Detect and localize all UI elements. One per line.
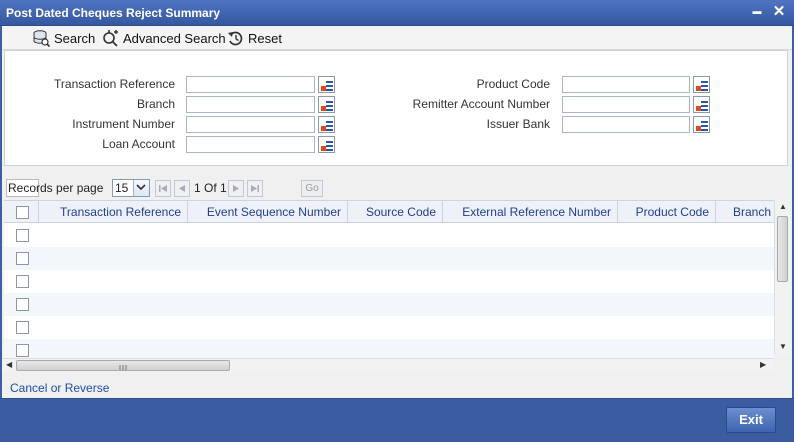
issuer-bank-field[interactable] bbox=[562, 116, 690, 133]
loan-account-label: Loan Account bbox=[102, 137, 175, 151]
search-button[interactable]: Search bbox=[32, 29, 95, 47]
table-row[interactable] bbox=[4, 339, 774, 358]
next-page-icon[interactable] bbox=[228, 180, 244, 197]
table-header: Transaction Reference Event Sequence Num… bbox=[4, 201, 774, 223]
chevron-down-icon bbox=[133, 180, 149, 196]
previous-page-icon[interactable] bbox=[174, 180, 190, 197]
minimize-icon[interactable]: ▬ bbox=[748, 2, 766, 20]
row-checkbox[interactable] bbox=[16, 298, 29, 311]
toolbar: Search Advanced Search Reset bbox=[2, 26, 792, 50]
row-checkbox[interactable] bbox=[16, 229, 29, 242]
page-info: 1 Of 1 bbox=[194, 181, 227, 195]
pagination-bar: Records per page 15 1 Of 1 Go bbox=[6, 179, 776, 199]
instrument-number-field[interactable] bbox=[186, 116, 315, 133]
horizontal-scroll-thumb[interactable] bbox=[16, 360, 230, 371]
first-page-icon[interactable] bbox=[155, 180, 171, 197]
horizontal-scrollbar[interactable]: ◀ ▶ bbox=[2, 358, 774, 372]
table-row[interactable] bbox=[4, 293, 774, 316]
select-all-checkbox[interactable] bbox=[16, 206, 29, 219]
scroll-right-icon[interactable]: ▶ bbox=[760, 360, 766, 370]
vertical-scroll-thumb[interactable] bbox=[777, 216, 788, 282]
records-per-page-value: 15 bbox=[115, 181, 129, 195]
issuer-bank-lov-icon[interactable] bbox=[693, 116, 710, 133]
records-per-page-select[interactable]: 15 bbox=[112, 179, 150, 197]
issuer-bank-label: Issuer Bank bbox=[486, 117, 550, 131]
column-header[interactable]: Event Sequence Number bbox=[188, 201, 348, 223]
loan-account-lov-icon[interactable] bbox=[318, 136, 335, 153]
remitter-account-number-label: Remitter Account Number bbox=[412, 97, 550, 111]
title-bar: Post Dated Cheques Reject Summary ▬ ✕ bbox=[0, 0, 794, 26]
branch-field[interactable] bbox=[186, 96, 315, 113]
footer-bar: Exit bbox=[0, 398, 794, 442]
row-checkbox[interactable] bbox=[16, 275, 29, 288]
reset-button[interactable]: Reset bbox=[227, 29, 282, 47]
search-label: Search bbox=[54, 30, 96, 46]
reset-icon bbox=[228, 31, 243, 45]
last-page-icon[interactable] bbox=[247, 180, 263, 197]
column-header[interactable]: Transaction Reference bbox=[39, 201, 188, 223]
scroll-down-icon[interactable]: ▼ bbox=[779, 342, 787, 352]
branch-lov-icon[interactable] bbox=[318, 96, 335, 113]
row-checkbox[interactable] bbox=[16, 344, 29, 357]
reset-label: Reset bbox=[248, 30, 282, 46]
instrument-number-label: Instrument Number bbox=[72, 117, 175, 131]
product-code-label: Product Code bbox=[476, 77, 550, 91]
scroll-left-icon[interactable]: ◀ bbox=[6, 360, 12, 370]
remitter-account-number-lov-icon[interactable] bbox=[693, 96, 710, 113]
product-code-lov-icon[interactable] bbox=[693, 76, 710, 93]
row-checkbox[interactable] bbox=[16, 252, 29, 265]
column-header[interactable]: External Reference Number bbox=[443, 201, 618, 223]
table-row[interactable] bbox=[4, 224, 774, 247]
exit-button[interactable]: Exit bbox=[726, 407, 776, 433]
go-button[interactable]: Go bbox=[301, 180, 323, 197]
close-icon[interactable]: ✕ bbox=[770, 3, 788, 21]
table-row[interactable] bbox=[4, 247, 774, 270]
transaction-reference-label: Transaction Reference bbox=[54, 77, 175, 91]
row-checkbox[interactable] bbox=[16, 321, 29, 334]
instrument-number-lov-icon[interactable] bbox=[318, 116, 335, 133]
vertical-scrollbar[interactable]: ▲ ▼ bbox=[774, 200, 790, 354]
select-all-cell bbox=[4, 201, 39, 223]
records-per-page-label: Records per page bbox=[8, 181, 104, 195]
product-code-field[interactable] bbox=[562, 76, 690, 93]
column-header[interactable]: Product Code bbox=[618, 201, 716, 223]
window-title: Post Dated Cheques Reject Summary bbox=[6, 6, 221, 20]
advanced-search-label: Advanced Search bbox=[123, 30, 226, 46]
branch-label: Branch bbox=[136, 97, 175, 111]
table-row[interactable] bbox=[4, 316, 774, 339]
table-row[interactable] bbox=[4, 270, 774, 293]
main-panel: Search Advanced Search Reset Transaction… bbox=[2, 26, 792, 398]
search-criteria-panel: Transaction Reference Branch Instrument … bbox=[4, 50, 788, 166]
results-table: Transaction Reference Event Sequence Num… bbox=[4, 200, 774, 358]
loan-account-field[interactable] bbox=[186, 136, 315, 153]
advanced-search-button[interactable]: Advanced Search bbox=[101, 29, 226, 47]
scroll-up-icon[interactable]: ▲ bbox=[779, 202, 787, 212]
database-search-icon bbox=[33, 30, 50, 47]
remitter-account-number-field[interactable] bbox=[562, 96, 690, 113]
grip-icon bbox=[119, 365, 127, 370]
advanced-search-icon bbox=[103, 30, 118, 47]
transaction-reference-lov-icon[interactable] bbox=[318, 76, 335, 93]
transaction-reference-field[interactable] bbox=[186, 76, 315, 93]
column-header[interactable]: Branch bbox=[716, 201, 774, 223]
cancel-or-reverse-link[interactable]: Cancel or Reverse bbox=[10, 381, 109, 395]
column-header[interactable]: Source Code bbox=[348, 201, 443, 223]
